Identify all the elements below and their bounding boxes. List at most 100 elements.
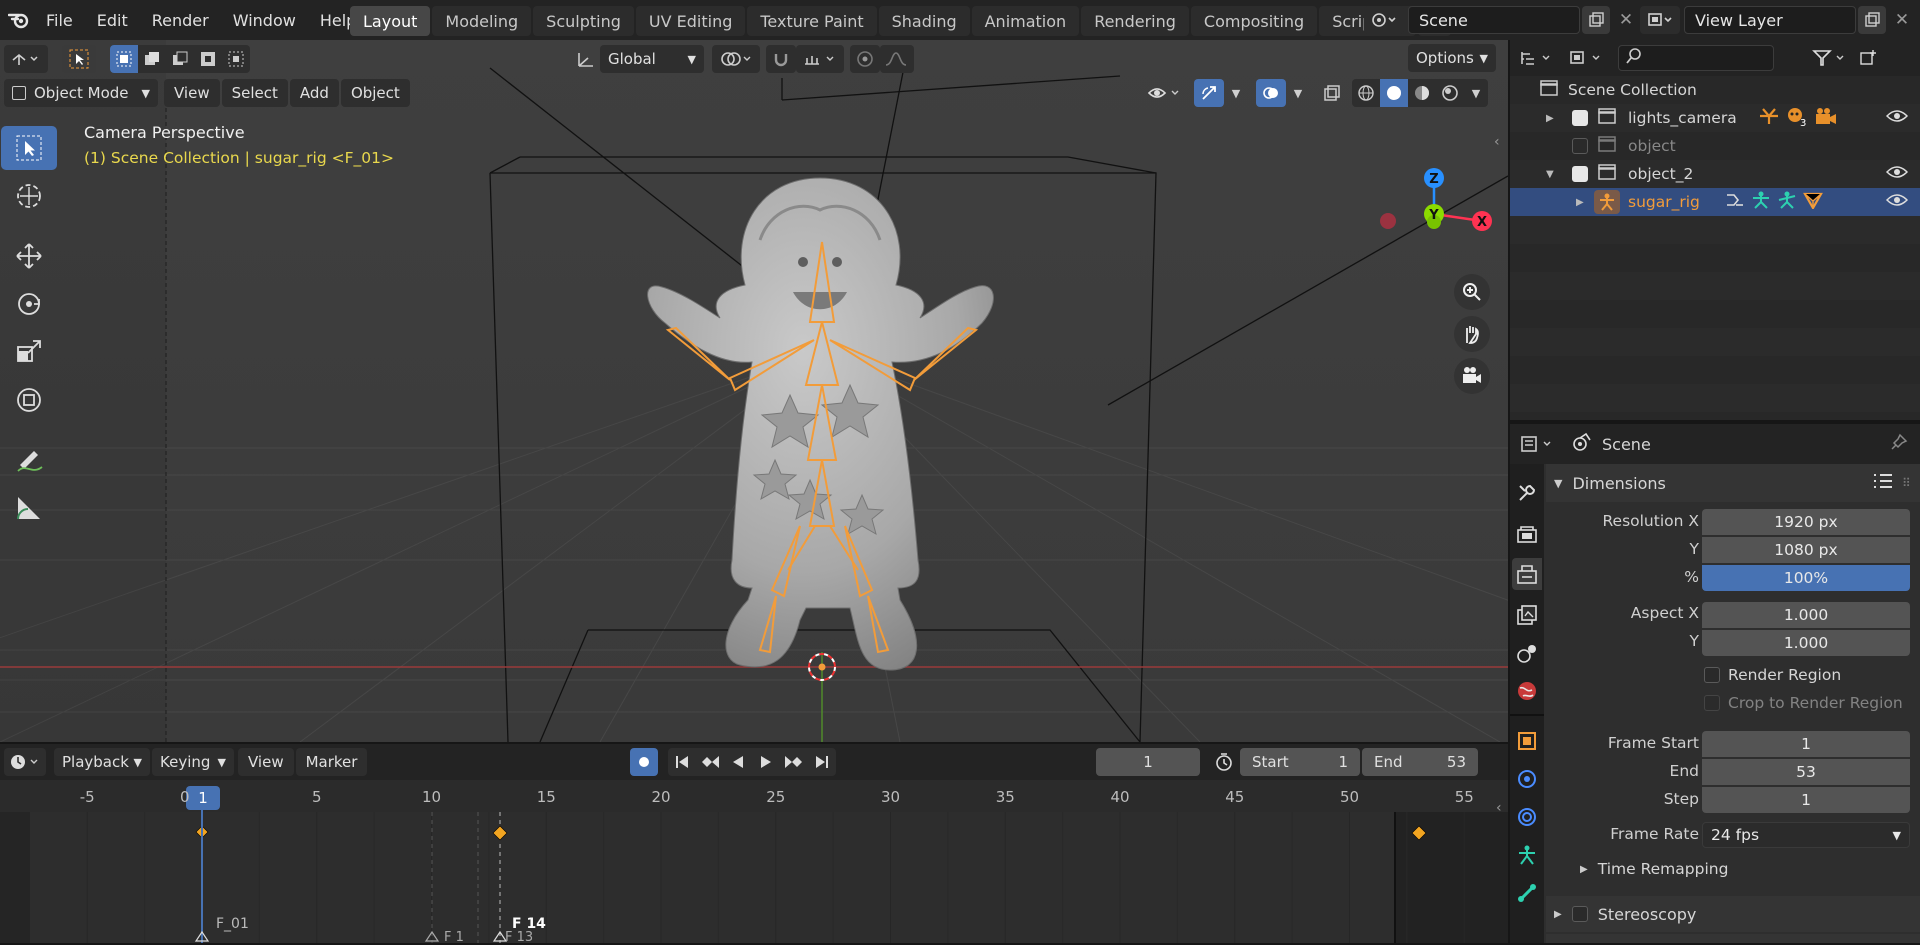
render-region-checkbox[interactable]: Render Region	[1704, 666, 1841, 684]
select-new-icon[interactable]	[110, 45, 138, 73]
resolution-percentage-slider[interactable]: 100%	[1702, 565, 1910, 591]
measure-tool[interactable]	[1, 486, 57, 530]
drag-handle-icon[interactable]: ⠿	[1902, 476, 1911, 490]
tab-modifiers[interactable]	[1516, 768, 1538, 794]
dimensions-panel-header[interactable]: ▼ Dimensions ⠿	[1546, 464, 1920, 502]
select-intersect-icon[interactable]	[222, 51, 250, 67]
tab-rendering[interactable]: Rendering	[1081, 6, 1189, 36]
new-scene-icon[interactable]	[1582, 6, 1610, 34]
xray-toggle-icon[interactable]	[1318, 79, 1346, 107]
aspect-x-field[interactable]: 1.000	[1702, 602, 1910, 628]
frame-end-field[interactable]: 53	[1702, 759, 1910, 785]
delete-view-layer-icon[interactable]: ✕	[1888, 6, 1916, 34]
tab-physics[interactable]	[1516, 806, 1538, 832]
tab-uv-editing[interactable]: UV Editing	[635, 6, 746, 36]
select-subtract-icon[interactable]	[166, 51, 194, 67]
outliner-row-scene-collection[interactable]: Scene Collection	[1510, 76, 1920, 104]
crop-region-checkbox[interactable]: Crop to Render Region	[1704, 694, 1903, 712]
timeline-editor[interactable]: Playback ▼ Keying ▼ View Marker 1 Start 1 E…	[0, 744, 1508, 945]
visibility-icon[interactable]	[1142, 79, 1186, 107]
tab-animation[interactable]: Animation	[971, 6, 1080, 36]
time-remapping-subpanel[interactable]: ▶ Time Remapping	[1580, 860, 1728, 878]
scale-tool[interactable]	[1, 330, 57, 374]
snap-target-icon[interactable]	[796, 45, 844, 73]
blender-logo-icon[interactable]	[4, 0, 34, 40]
tab-view-layer[interactable]	[1516, 604, 1538, 630]
falloff-icon[interactable]	[880, 45, 914, 73]
viewport-menu-view[interactable]: View	[164, 79, 220, 107]
proportional-edit-icon[interactable]	[850, 45, 880, 73]
frame-step-field[interactable]: 1	[1702, 787, 1910, 813]
pin-icon[interactable]	[1890, 433, 1908, 455]
viewport-menu-object[interactable]: Object	[340, 79, 410, 107]
transform-orientation-dropdown[interactable]: Global ▼	[600, 45, 704, 73]
snap-icon[interactable]	[766, 45, 796, 73]
outliner-row-object[interactable]: object	[1510, 132, 1920, 160]
scene-icon[interactable]	[1364, 6, 1404, 34]
move-tool[interactable]	[1, 234, 57, 278]
cursor-tool[interactable]	[1, 174, 57, 218]
select-box-tool[interactable]	[1, 126, 57, 170]
frame-rate-dropdown[interactable]: 24 fps ▼	[1702, 822, 1910, 848]
overlays-dropdown-icon[interactable]: ▼	[1286, 79, 1310, 107]
transform-tool[interactable]	[1, 378, 57, 422]
view-layer-field[interactable]: View Layer	[1684, 6, 1856, 34]
object-mode-dropdown[interactable]: Object Mode ▼	[4, 79, 158, 107]
playhead-handle[interactable]: 1	[186, 786, 220, 810]
properties-editor-type-icon[interactable]	[1514, 430, 1560, 458]
res-x-field[interactable]: 1920 px	[1702, 509, 1910, 535]
exclude-checkbox[interactable]	[1572, 138, 1588, 154]
shading-solid-icon[interactable]	[1380, 79, 1408, 107]
display-mode-icon[interactable]	[1564, 44, 1608, 72]
collapse-sidebar-icon[interactable]: ‹	[1496, 800, 1502, 816]
outliner-row-object-2[interactable]: ▼ object_2	[1510, 160, 1920, 188]
menu-file[interactable]: File	[34, 0, 85, 40]
viewport-menu-add[interactable]: Add	[289, 79, 339, 107]
tab-sculpting[interactable]: Sculpting	[533, 6, 634, 36]
tab-world[interactable]	[1516, 680, 1538, 706]
outliner[interactable]: Scene Collection ▶ lights_camera 3 objec…	[1510, 40, 1920, 420]
presets-icon[interactable]	[1872, 472, 1894, 494]
pivot-point-icon[interactable]	[712, 45, 760, 73]
select-invert-icon[interactable]	[194, 51, 222, 67]
expand-arrow-icon[interactable]: ▶	[1576, 197, 1584, 208]
tab-scene[interactable]	[1516, 642, 1538, 668]
editor-type-icon[interactable]	[4, 45, 48, 73]
camera-view-icon[interactable]	[1454, 358, 1490, 394]
tab-shading[interactable]: Shading	[878, 6, 970, 36]
expand-arrow-icon[interactable]: ▶	[1546, 113, 1554, 124]
tab-texture-paint[interactable]: Texture Paint	[747, 6, 877, 36]
menu-render[interactable]: Render	[140, 0, 221, 40]
outliner-row-sugar-rig[interactable]: ▶ sugar_rig	[1510, 188, 1920, 216]
overlays-toggle-icon[interactable]	[1256, 79, 1286, 107]
outliner-editor-type-icon[interactable]	[1514, 44, 1558, 72]
outliner-search-input[interactable]	[1618, 45, 1774, 71]
aspect-y-field[interactable]: 1.000	[1702, 630, 1910, 656]
zoom-icon[interactable]	[1454, 274, 1490, 310]
new-view-layer-icon[interactable]	[1858, 6, 1886, 34]
tab-armature-data[interactable]	[1516, 844, 1538, 870]
frame-start-field[interactable]: 1	[1702, 731, 1910, 757]
eye-icon[interactable]	[1885, 164, 1909, 184]
gizmo-toggle-icon[interactable]	[1194, 79, 1224, 107]
filter-icon[interactable]	[1806, 49, 1854, 67]
rotate-tool[interactable]	[1, 282, 57, 326]
tab-modeling[interactable]: Modeling	[432, 6, 532, 36]
collapse-sidebar-icon[interactable]: ‹	[1494, 134, 1500, 150]
marker-f01[interactable]: F_01	[216, 916, 249, 932]
shading-rendered-icon[interactable]	[1436, 84, 1464, 102]
new-collection-icon[interactable]	[1854, 49, 1882, 67]
tab-object[interactable]	[1516, 730, 1538, 756]
3d-viewport[interactable]: Global ▼ Options ▼ Object Mode ▼ View Sele…	[0, 40, 1508, 742]
tab-bone[interactable]	[1516, 882, 1538, 908]
annotate-tool[interactable]	[1, 438, 57, 482]
options-dropdown[interactable]: Options ▼	[1408, 44, 1496, 72]
exclude-checkbox[interactable]	[1572, 166, 1588, 182]
properties-editor[interactable]: Scene ▼ Dimensions ⠿ Resolution X 1920 p…	[1510, 424, 1920, 943]
eye-icon[interactable]	[1885, 192, 1909, 212]
shading-dropdown-icon[interactable]: ▼	[1464, 87, 1488, 100]
scene-name-field[interactable]: Scene	[1408, 6, 1580, 34]
menu-window[interactable]: Window	[221, 0, 308, 40]
exclude-checkbox[interactable]	[1572, 110, 1588, 126]
expand-arrow-icon[interactable]: ▼	[1546, 169, 1554, 180]
